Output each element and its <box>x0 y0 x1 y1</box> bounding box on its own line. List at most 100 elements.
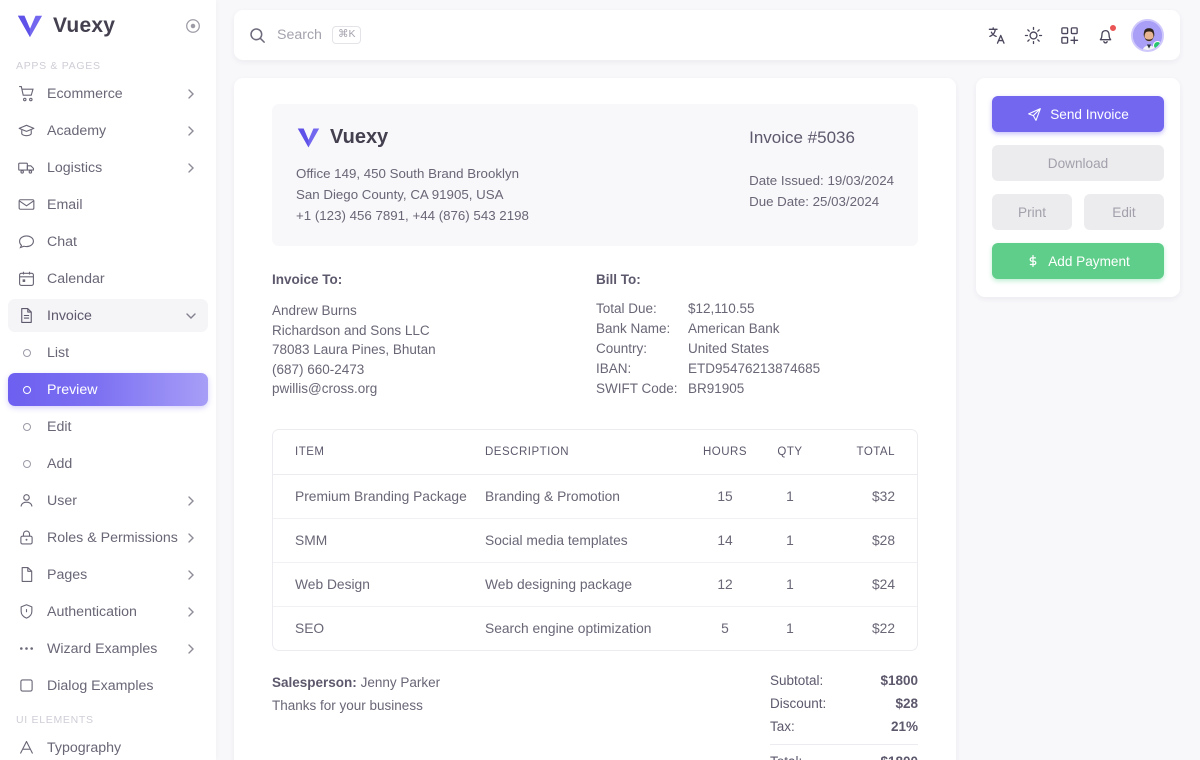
vuexy-logo-icon <box>296 126 321 149</box>
invoice-meta-block: Invoice #5036 Date Issued: 19/03/2024 Du… <box>749 126 894 226</box>
total-label: Discount: <box>770 696 826 711</box>
total-value: $1800 <box>880 673 918 688</box>
totals-divider <box>770 744 918 745</box>
thanks-note: Thanks for your business <box>272 698 770 713</box>
table-row: Premium Branding Package Branding & Prom… <box>273 474 917 518</box>
chevron-right-icon <box>184 605 198 619</box>
invoice-to-title: Invoice To: <box>272 272 596 287</box>
sun-icon[interactable] <box>1023 25 1044 46</box>
bill-to-block: Bill To: Total Due: $12,110.55 Bank Name… <box>596 272 820 399</box>
page-icon <box>16 564 37 585</box>
print-button[interactable]: Print <box>992 194 1072 230</box>
bill-to-value: American Bank <box>688 321 820 336</box>
sidebar-item-label: Chat <box>47 234 198 250</box>
cell-hours: 14 <box>690 518 760 562</box>
sidebar-item-academy[interactable]: Academy <box>8 114 208 147</box>
column-header-hours: HOURS <box>690 430 760 475</box>
sidebar-subitem-label: Edit <box>47 419 71 435</box>
bill-to-value: $12,110.55 <box>688 301 820 316</box>
cell-qty: 1 <box>760 562 820 606</box>
total-value: 21% <box>891 719 918 734</box>
salesperson-name: Jenny Parker <box>361 675 441 690</box>
cell-description: Search engine optimization <box>485 606 690 650</box>
sidebar-subitem-edit[interactable]: Edit <box>8 410 208 443</box>
circle-dot-icon[interactable] <box>184 17 202 35</box>
chevron-right-icon <box>184 161 198 175</box>
cell-total: $24 <box>820 562 917 606</box>
translate-icon[interactable] <box>987 25 1008 46</box>
invoice-address-line-3: +1 (123) 456 7891, +44 (876) 543 2198 <box>296 205 529 226</box>
circle-icon <box>16 423 37 431</box>
sidebar-item-user[interactable]: User <box>8 484 208 517</box>
cell-item: Premium Branding Package <box>273 474 485 518</box>
edit-button[interactable]: Edit <box>1084 194 1164 230</box>
bill-to-title: Bill To: <box>596 272 820 287</box>
search-input[interactable]: Search ⌘K <box>248 26 987 45</box>
download-button[interactable]: Download <box>992 145 1164 181</box>
circle-icon <box>16 460 37 468</box>
sidebar-item-invoice[interactable]: Invoice <box>8 299 208 332</box>
sidebar-subitem-list[interactable]: List <box>8 336 208 369</box>
invoice-company-name: Vuexy <box>330 126 388 149</box>
chevron-down-icon <box>184 309 198 323</box>
add-payment-label: Add Payment <box>1048 254 1130 269</box>
sidebar-item-email[interactable]: Email <box>8 188 208 221</box>
cell-item: Web Design <box>273 562 485 606</box>
cell-qty: 1 <box>760 606 820 650</box>
invoice-parties: Invoice To: Andrew Burns Richardson and … <box>272 272 918 399</box>
sidebar-nav: Ecommerce Academy <box>0 77 216 702</box>
invoice-address-line-1: Office 149, 450 South Brand Brooklyn <box>296 163 529 184</box>
invoice-footer-left: Salesperson: Jenny Parker Thanks for you… <box>272 673 770 760</box>
cell-description: Web designing package <box>485 562 690 606</box>
vuexy-logo-icon <box>16 13 44 39</box>
sidebar-item-label: Ecommerce <box>47 86 184 102</box>
mail-icon <box>16 194 37 215</box>
bell-icon[interactable] <box>1095 25 1116 46</box>
send-invoice-button[interactable]: Send Invoice <box>992 96 1164 132</box>
total-row-discount: Discount: $28 <box>770 696 918 711</box>
avatar[interactable] <box>1131 19 1164 52</box>
sidebar-subitem-preview[interactable]: Preview <box>8 373 208 406</box>
sidebar-item-typography[interactable]: Typography <box>8 731 208 760</box>
sidebar-item-chat[interactable]: Chat <box>8 225 208 258</box>
bill-to-label: Bank Name: <box>596 321 688 336</box>
sidebar-item-label: Typography <box>47 740 198 756</box>
bill-to-label: Total Due: <box>596 301 688 316</box>
sidebar-item-dialog-examples[interactable]: Dialog Examples <box>8 669 208 702</box>
search-shortcut-badge: ⌘K <box>332 26 362 44</box>
cell-hours: 12 <box>690 562 760 606</box>
cell-total: $32 <box>820 474 917 518</box>
chevron-right-icon <box>184 494 198 508</box>
circle-icon <box>16 386 37 394</box>
invoice-due-date: Due Date: 25/03/2024 <box>749 191 894 212</box>
sidebar-item-logistics[interactable]: Logistics <box>8 151 208 184</box>
invoice-to-line: pwillis@cross.org <box>272 379 596 399</box>
sidebar-item-roles-permissions[interactable]: Roles & Permissions <box>8 521 208 554</box>
grid-shortcut-icon[interactable] <box>1059 25 1080 46</box>
sidebar-subitem-add[interactable]: Add <box>8 447 208 480</box>
sidebar-item-calendar[interactable]: Calendar <box>8 262 208 295</box>
column-header-description: DESCRIPTION <box>485 430 690 475</box>
invoice-company-block: Vuexy Office 149, 450 South Brand Brookl… <box>296 126 529 226</box>
sidebar-item-ecommerce[interactable]: Ecommerce <box>8 77 208 110</box>
sidebar-item-authentication[interactable]: Authentication <box>8 595 208 628</box>
sidebar-item-wizard-examples[interactable]: Wizard Examples <box>8 632 208 665</box>
table-row: SMM Social media templates 14 1 $28 <box>273 518 917 562</box>
total-row-tax: Tax: 21% <box>770 719 918 734</box>
send-icon <box>1027 107 1042 122</box>
sidebar-item-pages[interactable]: Pages <box>8 558 208 591</box>
cell-item: SMM <box>273 518 485 562</box>
add-payment-button[interactable]: Add Payment <box>992 243 1164 279</box>
online-status-dot <box>1153 41 1162 50</box>
search-placeholder: Search <box>277 27 322 43</box>
sidebar-item-label: Email <box>47 197 198 213</box>
sidebar-item-label: Academy <box>47 123 184 139</box>
navbar-actions <box>987 19 1164 52</box>
chevron-right-icon <box>184 568 198 582</box>
sidebar-item-label: Wizard Examples <box>47 641 184 657</box>
cell-hours: 5 <box>690 606 760 650</box>
file-text-icon <box>16 305 37 326</box>
sidebar-section-apps: APPS & PAGES <box>0 52 216 77</box>
table-row: Web Design Web designing package 12 1 $2… <box>273 562 917 606</box>
cell-total: $22 <box>820 606 917 650</box>
